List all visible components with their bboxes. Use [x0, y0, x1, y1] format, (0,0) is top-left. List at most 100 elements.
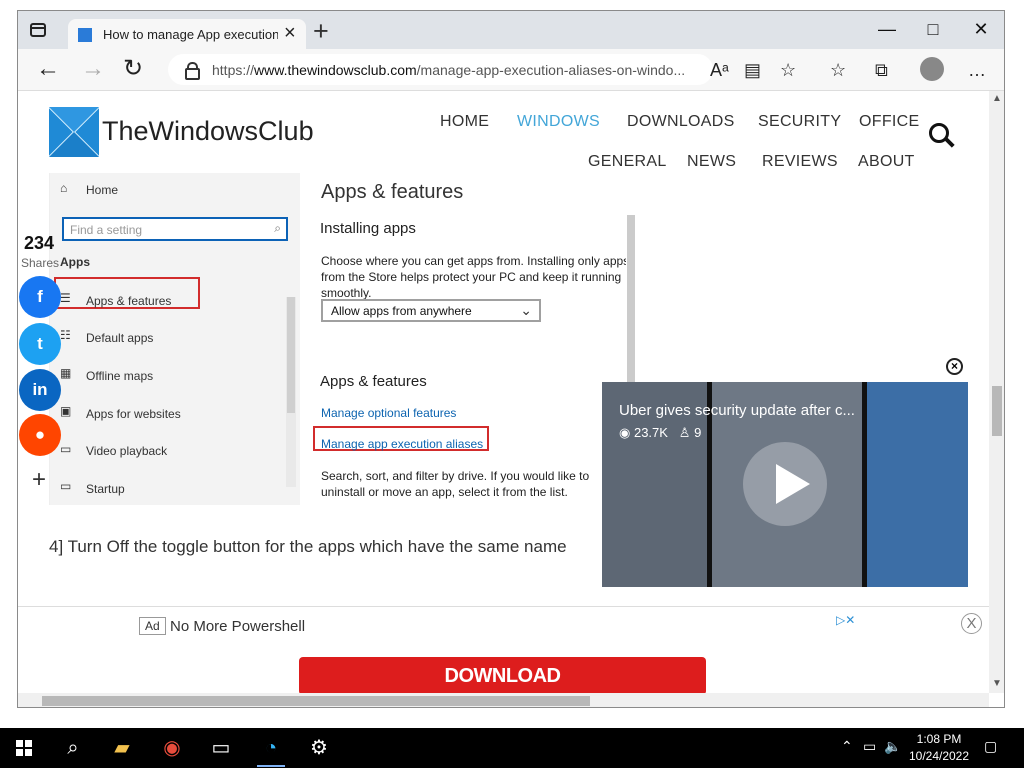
- favorites-icon[interactable]: ☆: [830, 60, 846, 81]
- webpage: TheWindowsClub HOME WINDOWS DOWNLOADS SE…: [18, 91, 989, 693]
- list-icon: ☰: [60, 291, 71, 305]
- play-button[interactable]: [743, 442, 827, 526]
- share-label: Shares: [21, 256, 60, 270]
- nav-general[interactable]: GENERAL: [588, 153, 667, 171]
- forward-button[interactable]: →: [81, 57, 105, 81]
- more-share-button[interactable]: +: [32, 466, 46, 494]
- terminal-icon[interactable]: ▭: [209, 736, 233, 760]
- adchoices-icon[interactable]: ▷✕: [836, 613, 866, 628]
- file-explorer-icon[interactable]: ▰: [110, 736, 134, 760]
- url-text: https://www.thewindowsclub.com/manage-ap…: [212, 62, 686, 78]
- settings-sidebar-scrollbar: [286, 297, 296, 487]
- linkedin-share-button[interactable]: in: [19, 369, 61, 411]
- refresh-icon[interactable]: ↻: [123, 57, 143, 81]
- chevron-up-icon[interactable]: ⌃: [841, 738, 853, 755]
- back-button[interactable]: ←: [36, 57, 60, 81]
- nav-about[interactable]: ABOUT: [858, 153, 915, 171]
- tab-actions-icon[interactable]: [30, 23, 46, 37]
- start-button[interactable]: [16, 740, 32, 756]
- edge-icon[interactable]: ◔: [259, 736, 283, 760]
- close-window-button[interactable]: ✕: [958, 12, 1004, 46]
- chrome-icon[interactable]: ◉: [160, 736, 184, 760]
- immersive-reader-icon[interactable]: ▤: [744, 60, 761, 81]
- volume-icon[interactable]: 🔈: [884, 738, 901, 755]
- minimize-button[interactable]: —: [864, 12, 910, 46]
- nav-home[interactable]: HOME: [440, 113, 489, 131]
- article-step-text: 4] Turn Off the toggle button for the ap…: [49, 537, 567, 556]
- floating-video-player[interactable]: Uber gives security update after c... ◉ …: [602, 382, 968, 587]
- profile-icon[interactable]: [920, 57, 944, 81]
- installing-apps-text: Choose where you can get apps from. Inst…: [321, 254, 630, 300]
- favorite-add-icon[interactable]: ☆: [780, 60, 796, 81]
- windows-taskbar: ⌕ ▰ ◉ ▭ ◔ ⚙ ⌃ ▭ 🔈 1:08 PM 10/24/2022 ▢: [0, 728, 1024, 768]
- page-vertical-scrollbar[interactable]: ▲ ▼: [989, 91, 1004, 693]
- desktop-edge: [0, 680, 17, 728]
- nav-downloads[interactable]: DOWNLOADS: [627, 113, 735, 131]
- linkedin-icon: in: [32, 380, 48, 399]
- maximize-button[interactable]: □: [910, 12, 956, 46]
- settings-item-startup: Startup: [86, 482, 125, 496]
- settings-screenshot: ⌂ Home Find a setting ⌕ Apps ☰ Apps & fea…: [49, 173, 641, 505]
- settings-home: Home: [86, 183, 119, 197]
- twitter-share-button[interactable]: t: [19, 323, 61, 365]
- apps-features-heading: Apps & features: [320, 373, 427, 390]
- horizontal-scroll-thumb[interactable]: [42, 696, 590, 706]
- video-close-button[interactable]: ×: [946, 358, 963, 375]
- collections-icon[interactable]: ⧉: [875, 60, 888, 81]
- tab-close-icon[interactable]: ×: [284, 22, 296, 45]
- search-icon[interactable]: [929, 123, 953, 147]
- settings-item-apps-websites: Apps for websites: [86, 407, 181, 421]
- read-aloud-icon[interactable]: Aᵃ: [710, 60, 729, 81]
- vertical-scroll-thumb[interactable]: [992, 386, 1002, 436]
- nav-security[interactable]: SECURITY: [758, 113, 841, 131]
- advertisement-bar: Ad No More Powershell ▷✕ X DOWNLOAD: [18, 606, 989, 693]
- network-icon[interactable]: ▭: [863, 738, 876, 755]
- search-taskbar-icon[interactable]: ⌕: [61, 736, 85, 760]
- browser-tab[interactable]: How to manage App execution a ×: [68, 19, 306, 49]
- facebook-share-button[interactable]: f: [19, 276, 61, 318]
- nav-news[interactable]: NEWS: [687, 153, 736, 171]
- more-icon[interactable]: …: [968, 60, 986, 81]
- nav-windows[interactable]: WINDOWS: [517, 113, 600, 131]
- reddit-share-button[interactable]: ●: [19, 414, 61, 456]
- share-count: 234: [24, 233, 55, 253]
- notifications-icon[interactable]: ▢: [984, 738, 997, 755]
- new-tab-button[interactable]: +: [313, 16, 329, 47]
- scroll-up-icon[interactable]: ▲: [992, 93, 1002, 104]
- taskbar-clock[interactable]: 1:08 PM 10/24/2022: [904, 731, 974, 765]
- address-toolbar: ← → ↻ https://www.thewindowsclub.com/man…: [18, 49, 1004, 91]
- download-button[interactable]: DOWNLOAD: [299, 657, 706, 693]
- video-stats: ◉ 23.7K ♙ 9: [619, 425, 702, 440]
- windows-logo-icon[interactable]: [49, 107, 99, 157]
- active-app-indicator: [257, 765, 285, 767]
- filter-description: Search, sort, and filter by drive. If yo…: [321, 469, 590, 499]
- scroll-down-icon[interactable]: ▼: [992, 678, 1002, 689]
- settings-section-apps: Apps: [60, 255, 90, 269]
- settings-search-input: Find a setting ⌕: [62, 217, 288, 241]
- ad-close-button[interactable]: X: [961, 613, 982, 634]
- settings-item-video-playback: Video playback: [86, 444, 168, 458]
- startup-icon: ▭: [60, 479, 72, 493]
- installing-apps-heading: Installing apps: [320, 220, 416, 237]
- settings-item-default-apps: Default apps: [86, 331, 154, 345]
- lock-icon[interactable]: [185, 62, 200, 80]
- thumbs-up-icon: ♙: [678, 425, 691, 440]
- ad-title[interactable]: No More Powershell: [170, 618, 305, 635]
- page-horizontal-scrollbar[interactable]: [18, 693, 989, 707]
- address-bar[interactable]: https://www.thewindowsclub.com/manage-ap…: [168, 54, 713, 85]
- site-logo-text[interactable]: TheWindowsClub: [102, 116, 314, 147]
- site-favicon-icon: [78, 28, 92, 42]
- nav-reviews[interactable]: REVIEWS: [762, 153, 838, 171]
- tab-bar: How to manage App execution a × + — □ ✕: [18, 11, 1004, 49]
- nav-office[interactable]: OFFICE: [859, 113, 919, 131]
- facebook-icon: f: [37, 287, 43, 306]
- settings-gear-icon[interactable]: ⚙: [307, 736, 331, 760]
- site-header: TheWindowsClub HOME WINDOWS DOWNLOADS SE…: [18, 91, 989, 173]
- settings-page-title: Apps & features: [321, 181, 464, 203]
- chevron-down-icon: ⌄: [520, 302, 532, 318]
- settings-sidebar: ⌂ Home Find a setting ⌕ Apps ☰ Apps & fea…: [50, 173, 300, 505]
- ad-badge: Ad: [139, 617, 166, 635]
- tab-title: How to manage App execution a: [103, 27, 278, 42]
- manage-optional-features-link: Manage optional features: [321, 406, 457, 420]
- search-icon: ⌕: [274, 221, 281, 235]
